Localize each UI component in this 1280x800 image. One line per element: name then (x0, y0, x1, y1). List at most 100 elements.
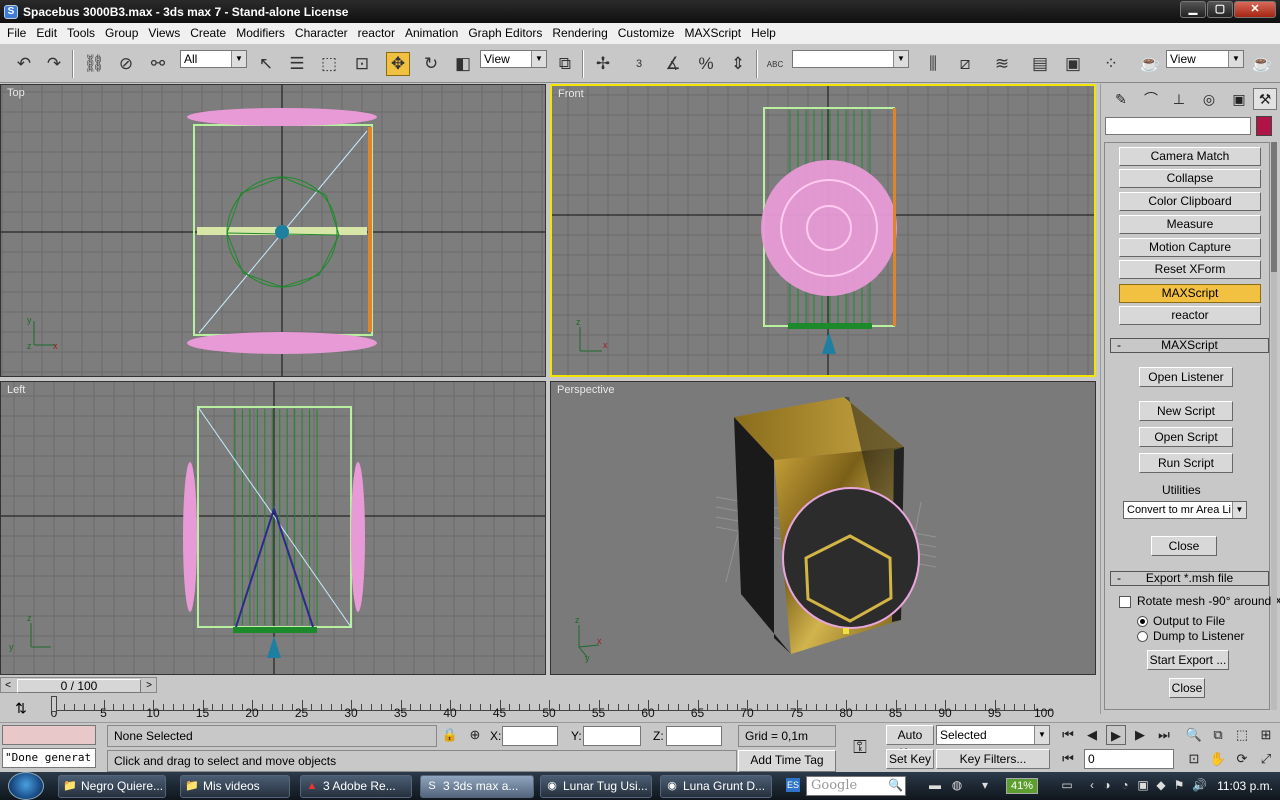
zoom-icon[interactable]: 🔍 (1184, 725, 1204, 745)
absolute-mode-icon[interactable]: ⊕ (465, 725, 485, 745)
utilities-dropdown[interactable]: Convert to mr Area Li ▼ (1123, 501, 1247, 519)
track-bar-toggle-icon[interactable]: ⇅ (10, 700, 32, 718)
chrome-icon[interactable]: ◍ (950, 778, 964, 792)
start-export-button[interactable]: Start Export ... (1147, 650, 1229, 670)
tray-app-icon[interactable]: ◑ (1100, 778, 1114, 792)
battery-indicator[interactable]: 41% (1006, 778, 1038, 794)
bind-spacewarp-icon[interactable]: ⚯ (146, 52, 170, 76)
modify-tab-icon[interactable]: ⌒ (1139, 88, 1163, 110)
render-view-dropdown[interactable]: View ▼ (1166, 50, 1244, 68)
scrollbar-thumb[interactable] (1271, 142, 1277, 272)
x-coord-field[interactable] (502, 726, 558, 746)
angle-snap-icon[interactable]: ∡ (661, 52, 685, 76)
display-tab-icon[interactable]: ▣ (1227, 88, 1251, 110)
menu-animation[interactable]: Animation (400, 23, 463, 43)
time-slider[interactable]: 0 / 100 (17, 679, 141, 693)
motion-tab-icon[interactable]: ◎ (1197, 88, 1221, 110)
track-frame-cursor[interactable] (51, 696, 57, 712)
reactor-button[interactable]: reactor (1119, 306, 1261, 325)
select-by-name-icon[interactable]: ☰ (285, 52, 309, 76)
menu-views[interactable]: Views (143, 23, 185, 43)
tray-app-icon[interactable]: ▣ (1136, 778, 1150, 792)
camera-match-button[interactable]: Camera Match (1119, 147, 1261, 166)
viewport-label[interactable]: Top (7, 87, 25, 99)
system-clock[interactable]: 11:03 p.m. (1212, 772, 1278, 800)
viewport-label[interactable]: Left (7, 384, 25, 396)
previous-frame-icon[interactable]: ◀ (1082, 725, 1102, 745)
command-panel-scrollbar[interactable] (1271, 142, 1277, 710)
maxscript-close-button[interactable]: Close (1151, 536, 1217, 556)
menu-reactor[interactable]: reactor (353, 23, 400, 43)
menu-rendering[interactable]: Rendering (547, 23, 612, 43)
reference-coord-dropdown[interactable]: View ▼ (480, 50, 547, 68)
schematic-icon[interactable]: ▣ (1061, 52, 1085, 76)
tray-menu-icon[interactable]: ▬ (928, 778, 942, 792)
select-link-icon[interactable]: ⛓ (82, 52, 106, 76)
maximize-button[interactable]: ▢ (1207, 1, 1233, 18)
create-tab-icon[interactable]: ✎ (1109, 88, 1133, 110)
set-key-button[interactable]: Set Key (886, 749, 934, 769)
minimize-button[interactable]: ▁ (1180, 1, 1206, 18)
layer-manager-icon[interactable]: ≋ (990, 52, 1014, 76)
viewport-perspective[interactable]: Perspective z x y (550, 381, 1096, 675)
viewport-left[interactable]: Left z y (0, 381, 546, 675)
auto-key-button[interactable]: Auto Key (886, 725, 934, 760)
edit-named-sel-icon[interactable]: ABC (763, 52, 787, 76)
object-name-field[interactable] (1105, 117, 1251, 135)
open-script-button[interactable]: Open Script (1139, 427, 1233, 447)
y-coord-field[interactable] (583, 726, 641, 746)
key-filters-button[interactable]: Key Filters... (936, 749, 1050, 769)
manipulate-icon[interactable]: ✢ (591, 52, 615, 76)
align-icon[interactable]: ⧄ (953, 52, 977, 76)
z-coord-field[interactable] (666, 726, 722, 746)
menu-maxscript[interactable]: MAXScript (679, 23, 746, 43)
key-mode-toggle-icon[interactable]: ⏮ (1058, 749, 1078, 769)
menu-customize[interactable]: Customize (613, 23, 680, 43)
3dsmax-app-icon[interactable]: S (4, 4, 18, 19)
zoom-all-icon[interactable]: ⧉ (1208, 725, 1228, 745)
new-script-button[interactable]: New Script (1139, 401, 1233, 421)
volume-icon[interactable]: 🔊 (1192, 778, 1207, 792)
close-button[interactable]: ✕ (1234, 1, 1276, 18)
snap-3d-icon[interactable]: 3 (627, 52, 651, 76)
rotate-mesh-checkbox[interactable] (1119, 596, 1131, 608)
menu-graph-editors[interactable]: Graph Editors (463, 23, 547, 43)
rect-region-icon[interactable]: ⬚ (317, 52, 341, 76)
add-time-tag-button[interactable]: Add Time Tag (738, 750, 836, 772)
zoom-extents-icon[interactable]: ⬚ (1232, 725, 1252, 745)
color-clipboard-button[interactable]: Color Clipboard (1119, 192, 1261, 211)
arc-rotate-icon[interactable]: ⟳ (1232, 749, 1252, 769)
viewport-label[interactable]: Perspective (557, 384, 614, 396)
go-to-end-icon[interactable]: ⏭ (1154, 725, 1174, 745)
mirror-icon[interactable]: ⫼ (921, 52, 945, 76)
percent-snap-icon[interactable]: % (694, 52, 718, 76)
run-script-button[interactable]: Run Script (1139, 453, 1233, 473)
key-mode-dropdown[interactable]: Selected ▼ (936, 725, 1050, 745)
maximize-viewport-icon[interactable]: ⤢ (1256, 749, 1276, 769)
taskbar-item[interactable]: ▲ 3 Adobe Re... (300, 775, 412, 798)
go-to-start-icon[interactable]: ⏮ (1058, 725, 1078, 745)
flag-icon[interactable]: ⚑ (1172, 778, 1186, 792)
export-close-button[interactable]: Close (1169, 678, 1205, 698)
maxscript-button[interactable]: MAXScript (1119, 284, 1261, 303)
time-slider-track[interactable]: < 0 / 100 > (0, 677, 157, 693)
material-editor-icon[interactable]: ⁘ (1099, 52, 1123, 76)
region-zoom-icon[interactable]: ⊡ (1184, 749, 1204, 769)
next-frame-icon[interactable]: ▶ (1130, 725, 1150, 745)
window-crossing-icon[interactable]: ⊡ (350, 52, 374, 76)
taskbar-item[interactable]: 📁 Mis videos (180, 775, 290, 798)
menu-character[interactable]: Character (290, 23, 353, 43)
unlink-icon[interactable]: ⊘ (114, 52, 138, 76)
search-icon[interactable]: 🔍 (888, 778, 903, 792)
taskbar-item[interactable]: ◉ Lunar Tug Usi... (540, 775, 652, 798)
render-scene-icon[interactable]: ☕ (1138, 52, 1162, 76)
language-indicator[interactable]: ES (786, 778, 800, 792)
open-listener-button[interactable]: Open Listener (1139, 367, 1233, 387)
selection-filter-dropdown[interactable]: All ▼ (180, 50, 247, 68)
menu-file[interactable]: File (2, 23, 31, 43)
maxscript-mini-listener-output[interactable]: "Done generat (2, 748, 96, 768)
current-frame-field[interactable]: 0 (1084, 749, 1174, 769)
pan-icon[interactable]: ✋ (1208, 749, 1228, 769)
menu-group[interactable]: Group (100, 23, 143, 43)
spinner-snap-icon[interactable]: ⇕ (726, 52, 750, 76)
